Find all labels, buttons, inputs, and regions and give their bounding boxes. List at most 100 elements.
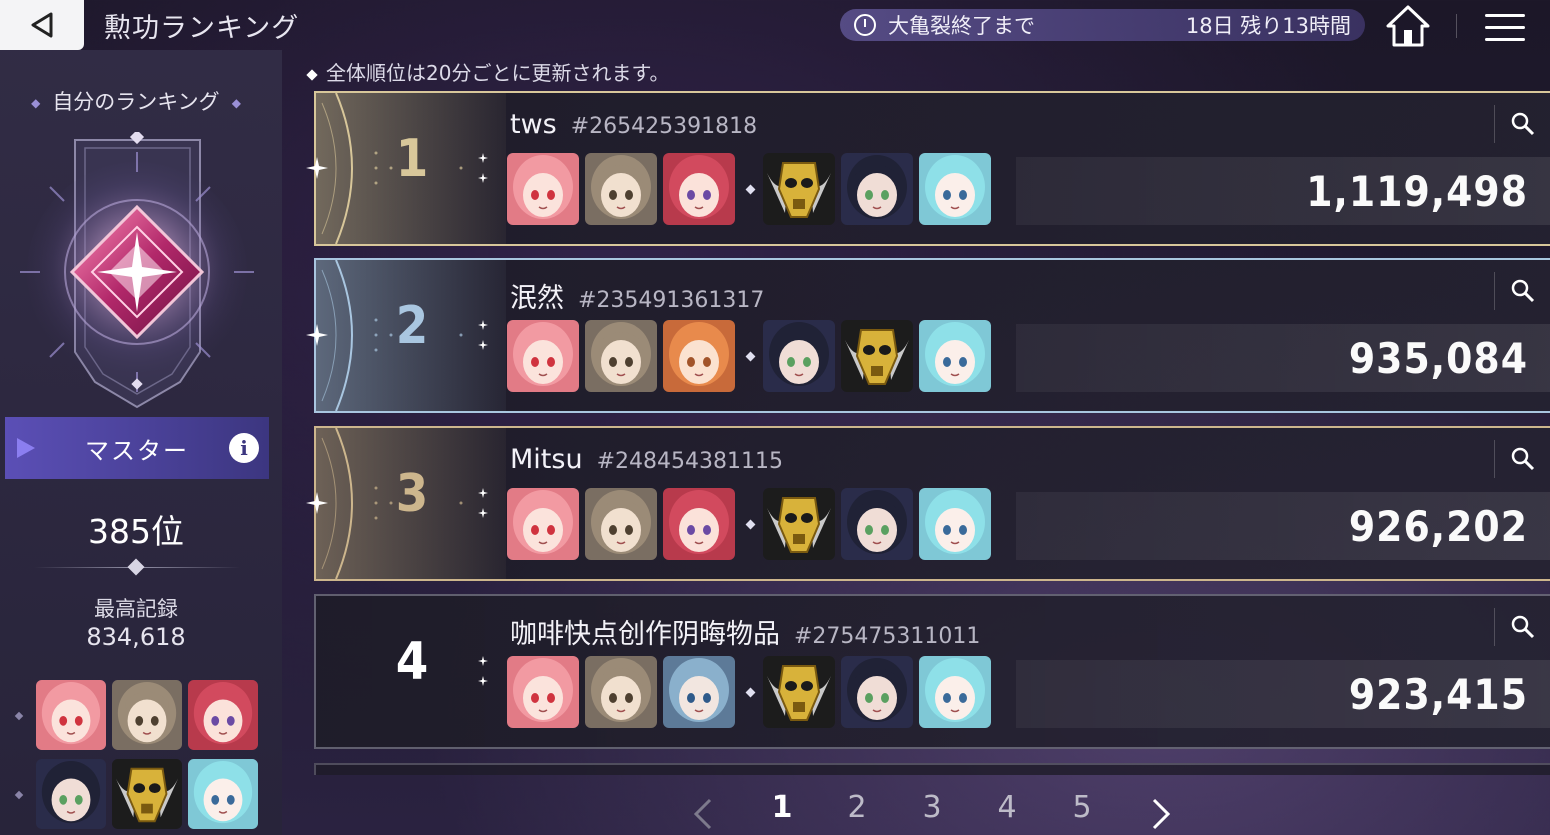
star-icon (478, 676, 488, 686)
star-icon (478, 153, 488, 163)
red-hair-girl-avatar (188, 680, 258, 750)
star-icon (478, 508, 488, 518)
brown-hair-girl-avatar (112, 680, 182, 750)
search-icon (1511, 615, 1534, 639)
team-separator-icon (745, 687, 756, 698)
score-box: 935,084 (1016, 324, 1550, 392)
tier-label: マスター (85, 436, 189, 465)
score-box: 923,415 (1016, 660, 1550, 728)
sparkle-icon (306, 324, 328, 346)
gold-skull-mask-avatar (763, 488, 835, 560)
player-name: 泯然 (510, 283, 564, 314)
update-notice: 全体順位は20分ごとに更新されます。 (306, 57, 669, 86)
page-1-button[interactable]: 1 (762, 790, 802, 825)
divider-diamond-icon (127, 558, 145, 576)
cyan-hair-glasses-girl-avatar (919, 320, 991, 392)
player-team (507, 656, 997, 730)
search-player-button[interactable] (1494, 608, 1550, 646)
event-remaining: 18日 残り13時間 (1185, 14, 1351, 38)
page-title: 勲功ランキング (104, 13, 300, 44)
pink-hair-girl-avatar (507, 656, 579, 728)
page-2-button[interactable]: 2 (837, 790, 877, 825)
ranking-row[interactable]: 3 Mitsu #248454381115 926,202 (306, 426, 1550, 581)
prev-page-icon[interactable] (690, 796, 716, 832)
rank-number: 2 (395, 296, 429, 356)
brown-hair-girl-avatar (585, 488, 657, 560)
star-icon (478, 173, 488, 183)
gold-skull-mask-avatar (841, 320, 913, 392)
player-team (507, 153, 997, 227)
blue-hair-headphones-girl-avatar (663, 656, 735, 728)
pink-hair-girl-avatar (507, 488, 579, 560)
pagination: 12345 (690, 790, 1180, 834)
home-icon[interactable] (1385, 4, 1431, 48)
search-player-button[interactable] (1494, 440, 1550, 478)
player-name-block: tws #265425391818 (510, 109, 757, 140)
player-name: Mitsu (510, 444, 583, 475)
score-box: 1,119,498 (1016, 157, 1550, 225)
header-divider (1456, 14, 1457, 38)
rank-number: 3 (395, 464, 429, 524)
diamond-icon: ◆ (31, 96, 41, 110)
ranking-row[interactable]: 2 泯然 #235491361317 935,084 (306, 258, 1550, 413)
score-value: 935,084 (1348, 334, 1528, 383)
search-player-button[interactable] (1494, 272, 1550, 310)
star-icon (478, 340, 488, 350)
gold-skull-mask-avatar (763, 153, 835, 225)
dark-hair-girl-avatar (841, 153, 913, 225)
bullet-icon (14, 790, 24, 800)
player-id: #275475311011 (794, 624, 981, 649)
red-hair-girl-avatar (663, 488, 735, 560)
master-rank-emblem (20, 132, 254, 409)
dark-hair-girl-avatar (841, 488, 913, 560)
star-icon (478, 320, 488, 330)
best-record-label: 最高記録 (94, 597, 178, 621)
diamond-icon: ◆ (231, 96, 241, 110)
menu-icon[interactable] (1485, 8, 1525, 42)
team-separator-icon (745, 184, 756, 195)
score-value: 926,202 (1348, 502, 1528, 551)
pink-hair-girl-avatar (36, 680, 106, 750)
dark-hair-girl-avatar (36, 759, 106, 829)
back-button[interactable] (0, 0, 84, 50)
ranking-row[interactable]: 1 tws #265425391818 1,119,498 (306, 91, 1550, 246)
player-name-block: 泯然 #235491361317 (510, 276, 764, 315)
gold-skull-mask-avatar (112, 759, 182, 829)
ranking-row[interactable]: 4 咖啡快点创作阴晦物品 #275475311011 923,415 (314, 594, 1550, 749)
score-box: 926,202 (1016, 492, 1550, 560)
team-separator-icon (745, 519, 756, 530)
brown-hair-girl-avatar (585, 320, 657, 392)
search-player-button[interactable] (1494, 105, 1550, 143)
page-3-button[interactable]: 3 (912, 790, 952, 825)
pink-hair-girl-avatar (507, 320, 579, 392)
dark-hair-girl-avatar (763, 320, 835, 392)
cyan-hair-glasses-girl-avatar (919, 656, 991, 728)
search-icon (1511, 279, 1534, 303)
sparkle-icon (306, 492, 328, 514)
team-separator-icon (745, 351, 756, 362)
cyan-hair-glasses-girl-avatar (919, 153, 991, 225)
page-4-button[interactable]: 4 (987, 790, 1027, 825)
player-id: #235491361317 (578, 288, 765, 313)
score-value: 923,415 (1348, 670, 1528, 719)
next-page-icon[interactable] (1148, 796, 1174, 832)
player-name: tws (510, 109, 557, 140)
info-icon[interactable]: i (229, 433, 259, 463)
player-name-block: Mitsu #248454381115 (510, 444, 783, 475)
best-record-value: 834,618 (86, 623, 186, 651)
event-label: 大亀裂終了まで (888, 14, 1035, 38)
top-bar: 勲功ランキング 大亀裂終了まで 18日 残り13時間 (0, 0, 1550, 50)
player-name-block: 咖啡快点创作阴晦物品 #275475311011 (510, 612, 980, 651)
page-5-button[interactable]: 5 (1062, 790, 1102, 825)
bullet-icon (14, 711, 24, 721)
player-team (507, 488, 997, 562)
search-icon (1511, 112, 1534, 136)
star-icon (478, 488, 488, 498)
cyan-hair-glasses-girl-avatar (188, 759, 258, 829)
gold-skull-mask-avatar (763, 656, 835, 728)
brown-hair-girl-avatar (585, 656, 657, 728)
dark-hair-girl-avatar (841, 656, 913, 728)
my-rank-value: 385位 (88, 512, 184, 551)
score-value: 1,119,498 (1306, 167, 1528, 216)
my-ranking-heading: ◆ 自分のランキング ◆ (31, 90, 241, 114)
